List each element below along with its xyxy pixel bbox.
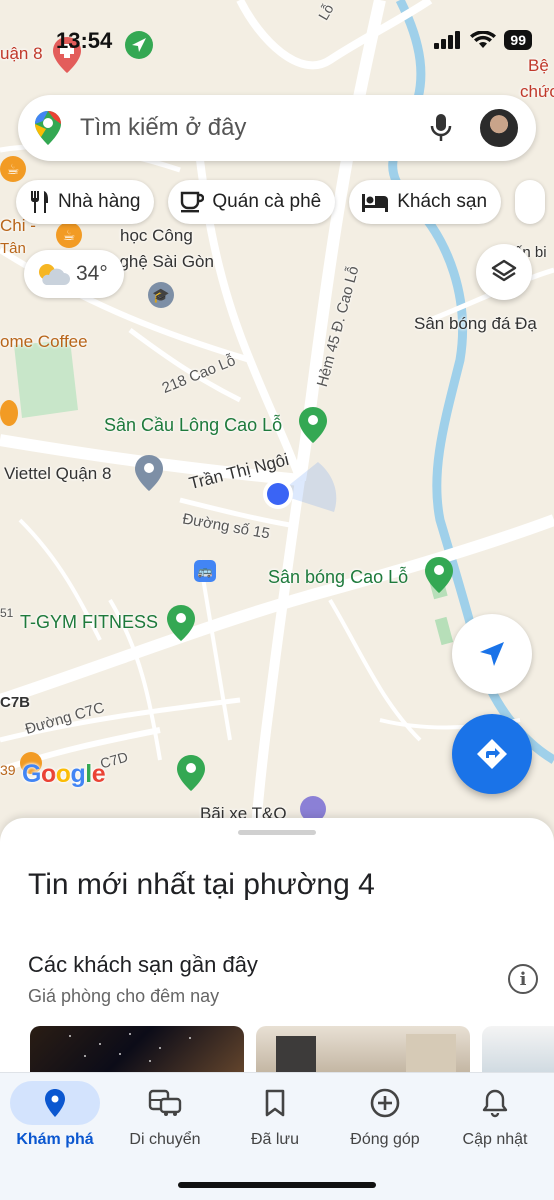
category-chips: Nhà hàng Quán cà phê Khách sạn xyxy=(16,180,546,224)
nav-commute-label: Di chuyển xyxy=(129,1131,201,1148)
wifi-icon xyxy=(470,31,497,48)
hotels-section-title: Các khách sạn gần đây xyxy=(28,952,258,977)
map-label-39: 39 xyxy=(0,762,16,778)
chip-cafes[interactable]: Quán cà phê xyxy=(168,180,336,224)
status-time: 13:54 xyxy=(56,28,113,53)
nav-saved-label: Đã lưu xyxy=(250,1131,300,1148)
chip-hotels-label: Khách sạn xyxy=(397,191,488,212)
layers-icon xyxy=(491,259,517,282)
map-label-university-2: nghệ Sài Gòn xyxy=(110,252,214,271)
my-location-button[interactable] xyxy=(452,614,532,694)
map-label-c7b: C7B xyxy=(0,694,31,711)
football-pin-icon[interactable] xyxy=(424,556,454,594)
directions-icon xyxy=(477,739,507,769)
chip-cafes-label: Quán cà phê xyxy=(212,191,322,212)
nav-contribute-label: Đóng góp xyxy=(350,1131,420,1148)
status-icons: 99 xyxy=(434,30,532,50)
explore-pin-icon xyxy=(45,1089,65,1117)
park-pin-icon[interactable] xyxy=(176,754,206,792)
microphone-icon[interactable] xyxy=(430,113,452,143)
chip-restaurants-label: Nhà hàng xyxy=(58,191,141,212)
location-arrow-icon xyxy=(480,642,504,666)
school-poi-icon[interactable]: 🎓 xyxy=(148,282,174,308)
nav-explore-label: Khám phá xyxy=(16,1131,94,1148)
sheet-drag-handle[interactable] xyxy=(238,830,316,835)
layers-button[interactable] xyxy=(476,244,532,300)
viettel-pin-icon[interactable] xyxy=(134,454,164,492)
hotels-section-subtitle: Giá phòng cho đêm nay xyxy=(28,986,220,1006)
info-icon[interactable]: i xyxy=(508,964,538,994)
battery-indicator: 99 xyxy=(504,30,532,50)
map-label-viettel: Viettel Quận 8 xyxy=(4,464,112,483)
search-bar[interactable]: Tìm kiếm ở đây xyxy=(18,95,536,161)
directions-button[interactable] xyxy=(452,714,532,794)
sheet-title: Tin mới nhất tại phường 4 xyxy=(28,868,375,901)
google-logo: Google xyxy=(22,760,106,788)
map-label-football-field: Sân bóng đá Đạ xyxy=(414,314,537,333)
restaurant-icon xyxy=(31,191,48,213)
map-label-hospital: Bệ xyxy=(528,56,549,75)
bottom-navigation: Khám phá Di chuyển Đã lưu Đóng góp Cập n… xyxy=(0,1072,554,1200)
add-circle-icon xyxy=(370,1088,400,1118)
map-label-tgym: T-GYM FITNESS xyxy=(20,612,159,632)
nav-updates[interactable]: Cập nhật xyxy=(440,1081,550,1149)
nav-explore[interactable]: Khám phá xyxy=(0,1081,110,1149)
bookmark-icon xyxy=(265,1089,285,1117)
avatar[interactable] xyxy=(478,107,520,149)
map-label-hospital-2: chức xyxy=(520,82,554,101)
map-label-university: học Công xyxy=(120,226,193,245)
badminton-pin-icon[interactable] xyxy=(298,406,328,444)
map-label-tan: Tân xyxy=(0,240,26,257)
restaurant-poi-icon[interactable] xyxy=(0,400,18,426)
map-label-home-coffee: ome Coffee xyxy=(0,332,88,351)
bell-icon xyxy=(482,1089,508,1118)
coffee-icon xyxy=(181,191,205,213)
cafe-poi-icon-2[interactable]: ☕ xyxy=(56,222,82,248)
chip-restaurants[interactable]: Nhà hàng xyxy=(16,180,155,224)
map-label-district: uận 8 xyxy=(0,44,43,63)
signal-icon xyxy=(434,31,461,49)
partly-cloudy-icon xyxy=(39,264,70,285)
home-indicator[interactable] xyxy=(178,1182,376,1188)
navigation-status-icon xyxy=(125,31,153,59)
gym-pin-icon[interactable] xyxy=(166,604,196,642)
nav-updates-label: Cập nhật xyxy=(462,1131,528,1148)
map-label-football-cao-lo: Sân bóng Cao Lỗ xyxy=(268,567,409,587)
nav-commute[interactable]: Di chuyển xyxy=(110,1081,220,1149)
nav-contribute[interactable]: Đóng góp xyxy=(330,1081,440,1149)
chip-hotels[interactable]: Khách sạn xyxy=(349,180,502,224)
cafe-poi-icon[interactable]: ☕ xyxy=(0,156,26,182)
map-label-51: 51 xyxy=(0,606,14,620)
maps-logo-icon xyxy=(35,111,61,145)
weather-chip[interactable]: 34° xyxy=(24,250,124,298)
nav-saved[interactable]: Đã lưu xyxy=(220,1081,330,1149)
map-label-badminton: Sân Cầu Lông Cao Lỗ xyxy=(104,415,283,435)
chip-more[interactable] xyxy=(515,180,546,224)
search-input[interactable]: Tìm kiếm ở đây xyxy=(80,114,430,142)
weather-temp: 34° xyxy=(76,262,108,285)
commute-icon xyxy=(148,1089,182,1116)
bus-stop-icon[interactable]: 🚌 xyxy=(194,560,216,582)
hotel-icon xyxy=(362,194,389,212)
